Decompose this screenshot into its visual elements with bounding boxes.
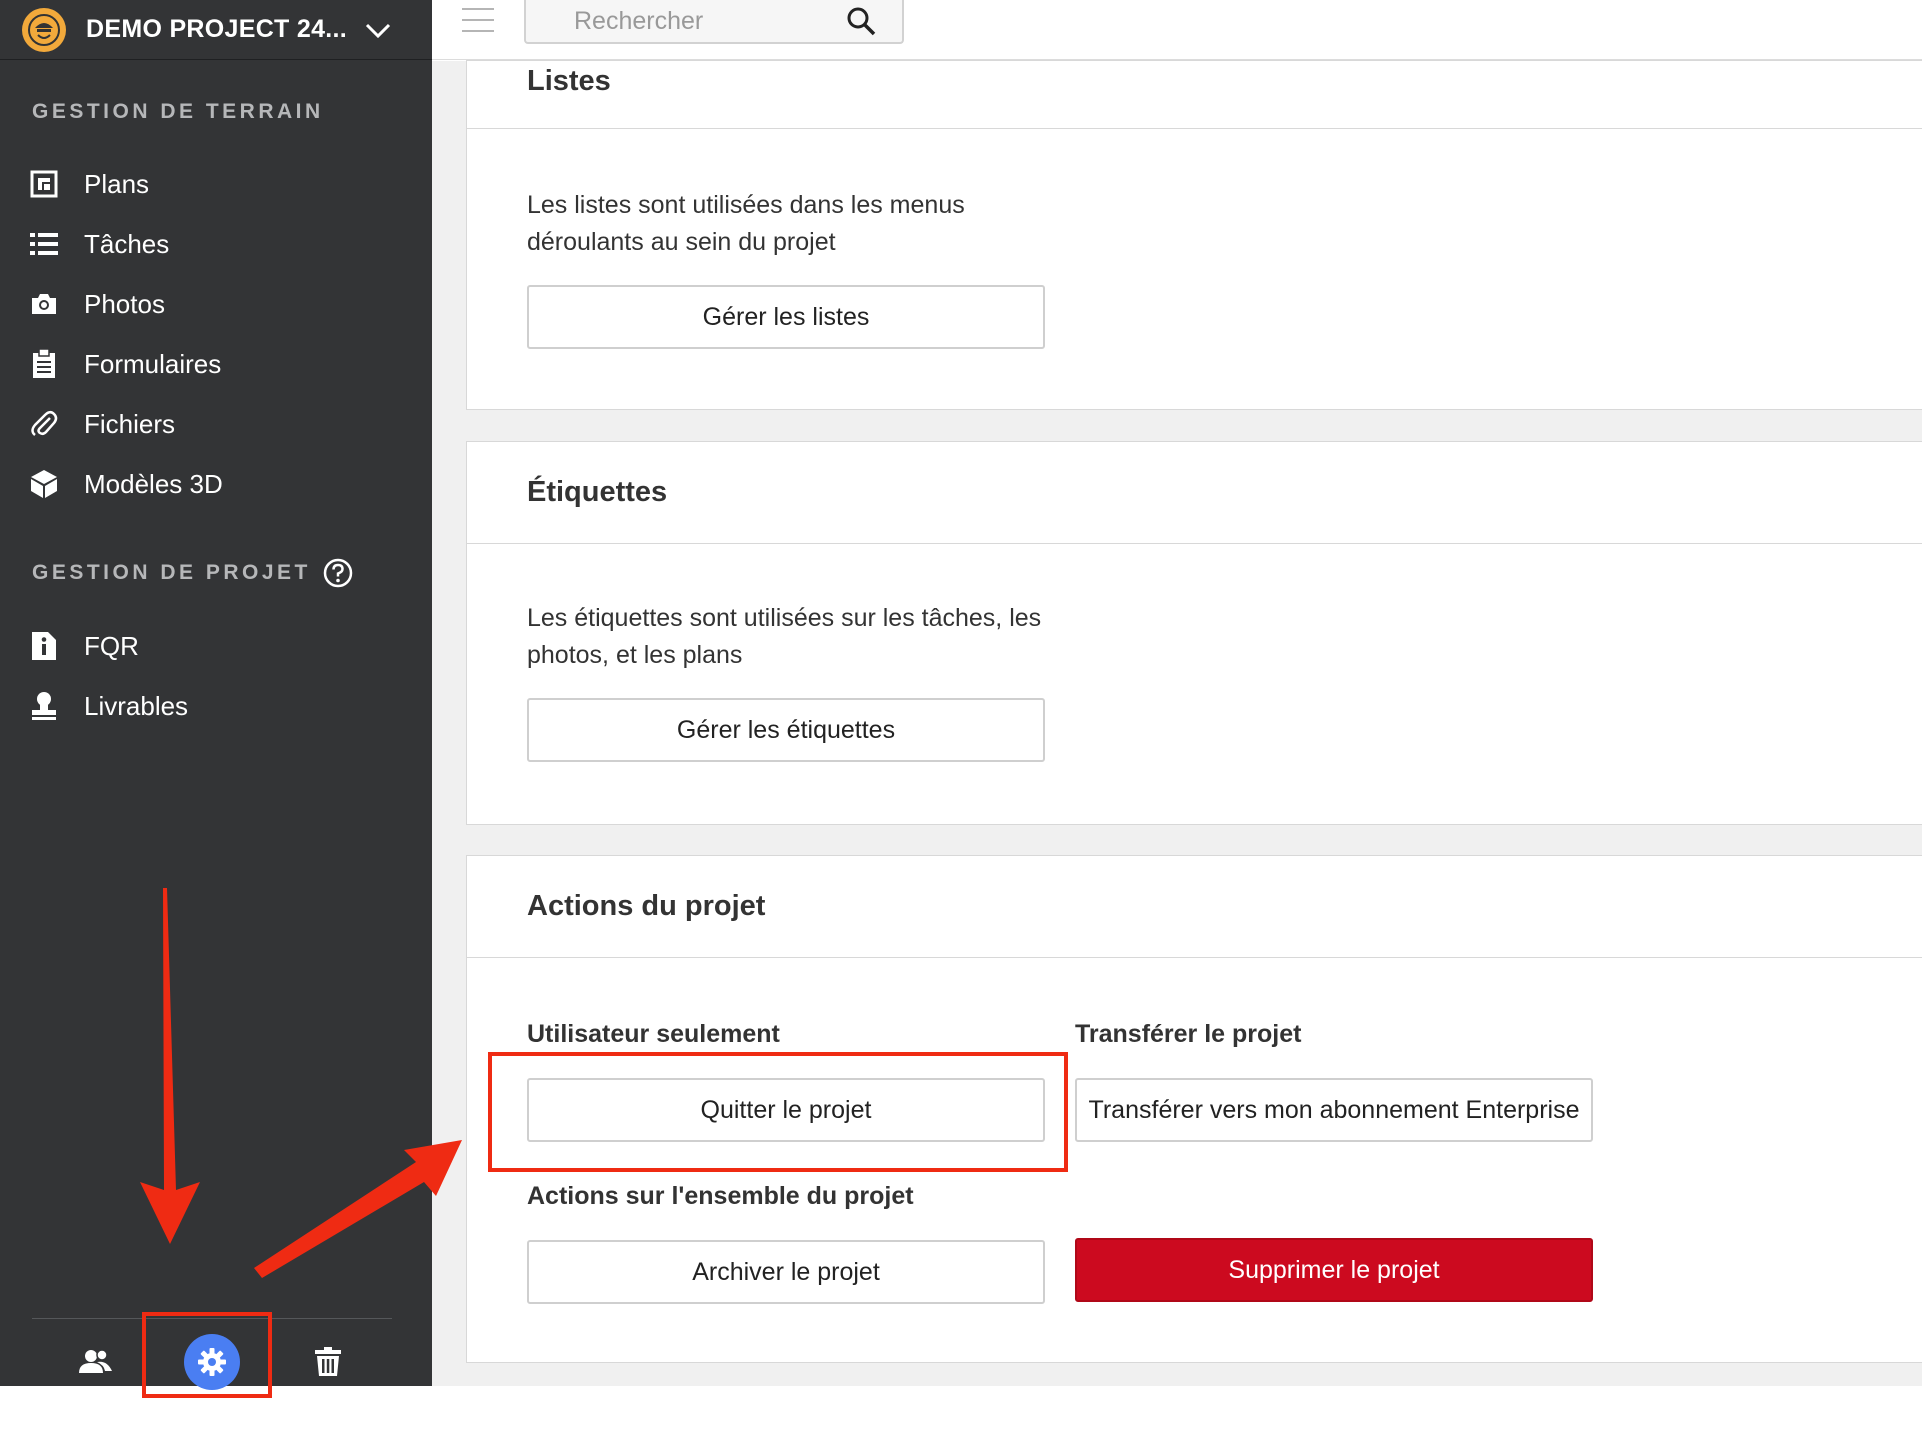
app-logo [22, 7, 66, 52]
help-icon[interactable] [323, 558, 353, 588]
info-document-icon [28, 630, 60, 662]
sidebar-item-label: Tâches [84, 228, 170, 259]
search-input[interactable] [574, 6, 844, 36]
listes-description: Les listes sont utilisées dans les menus… [527, 191, 965, 256]
sidebar-item-photos[interactable]: Photos [28, 282, 165, 326]
trash-icon [315, 1347, 341, 1376]
quit-highlight-box [488, 1052, 1068, 1172]
sidebar-item-label: FQR [84, 630, 139, 661]
sidebar-item-label: Livrables [84, 690, 189, 721]
settings-highlight-box [142, 1312, 272, 1398]
project-actions-card-header: Actions du projet [467, 856, 1922, 958]
listes-card-header: Listes [467, 61, 1922, 129]
listes-title: Listes [527, 65, 611, 97]
chevron-down-icon[interactable] [365, 17, 391, 43]
project-switcher[interactable]: DEMO PROJECT 24... [0, 0, 432, 60]
paperclip-icon [28, 408, 60, 440]
user-only-label: Utilisateur seulement [527, 1020, 780, 1048]
project-actions-label: Actions sur l'ensemble du projet [527, 1182, 914, 1210]
manage-lists-button[interactable]: Gérer les listes [527, 285, 1045, 349]
search-box[interactable] [524, 0, 904, 44]
sidebar-item-label: Fichiers [84, 408, 176, 439]
transfer-project-button[interactable]: Transférer vers mon abonnement Enterpris… [1075, 1078, 1593, 1142]
sidebar-item-modeles-3d[interactable]: Modèles 3D [28, 462, 223, 506]
clipboard-icon [28, 348, 60, 380]
section-title-terrain: GESTION DE TERRAIN [32, 100, 324, 123]
etiquettes-card-header: Étiquettes [467, 442, 1922, 544]
sidebar-item-label: Plans [84, 168, 150, 199]
sidebar-item-label: Photos [84, 288, 165, 319]
hamburger-menu-icon[interactable] [462, 6, 494, 34]
manage-tags-button[interactable]: Gérer les étiquettes [527, 698, 1045, 762]
sidebar-item-label: Modèles 3D [84, 468, 223, 499]
archive-project-button[interactable]: Archiver le projet [527, 1240, 1045, 1304]
cube-icon [28, 468, 60, 500]
project-actions-title: Actions du projet [527, 890, 766, 922]
sidebar: DEMO PROJECT 24... GESTION DE TERRAIN Pl… [0, 0, 432, 1390]
delete-project-button[interactable]: Supprimer le projet [1075, 1238, 1593, 1302]
sidebar-item-taches[interactable]: Tâches [28, 222, 169, 266]
sidebar-item-fqr[interactable]: FQR [28, 624, 139, 668]
camera-icon [28, 288, 60, 320]
sidebar-item-fichiers[interactable]: Fichiers [28, 402, 175, 446]
plans-icon [28, 168, 60, 200]
stamp-icon [28, 690, 60, 722]
listes-card: Listes Les listes sont utilisées dans le… [466, 60, 1922, 410]
trash-button[interactable] [300, 1334, 356, 1390]
users-icon [79, 1349, 112, 1373]
list-icon [28, 228, 60, 260]
main-content: Listes Les listes sont utilisées dans le… [432, 60, 1922, 1386]
sidebar-item-plans[interactable]: Plans [28, 162, 149, 206]
section-title-projet: GESTION DE PROJET [32, 558, 353, 588]
section-title-projet-label: GESTION DE PROJET [32, 561, 311, 584]
etiquettes-title: Étiquettes [527, 476, 668, 508]
users-button[interactable] [68, 1334, 124, 1390]
transfer-label: Transférer le projet [1075, 1020, 1302, 1048]
etiquettes-description: Les étiquettes sont utilisées sur les tâ… [527, 604, 1042, 669]
sidebar-item-livrables[interactable]: Livrables [28, 684, 188, 728]
top-bar [432, 0, 1922, 60]
etiquettes-card: Étiquettes Les étiquettes sont utilisées… [466, 441, 1922, 825]
search-icon[interactable] [846, 6, 876, 36]
sidebar-item-formulaires[interactable]: Formulaires [28, 342, 221, 386]
sidebar-item-label: Formulaires [84, 348, 222, 379]
project-name[interactable]: DEMO PROJECT 24... [86, 15, 347, 44]
